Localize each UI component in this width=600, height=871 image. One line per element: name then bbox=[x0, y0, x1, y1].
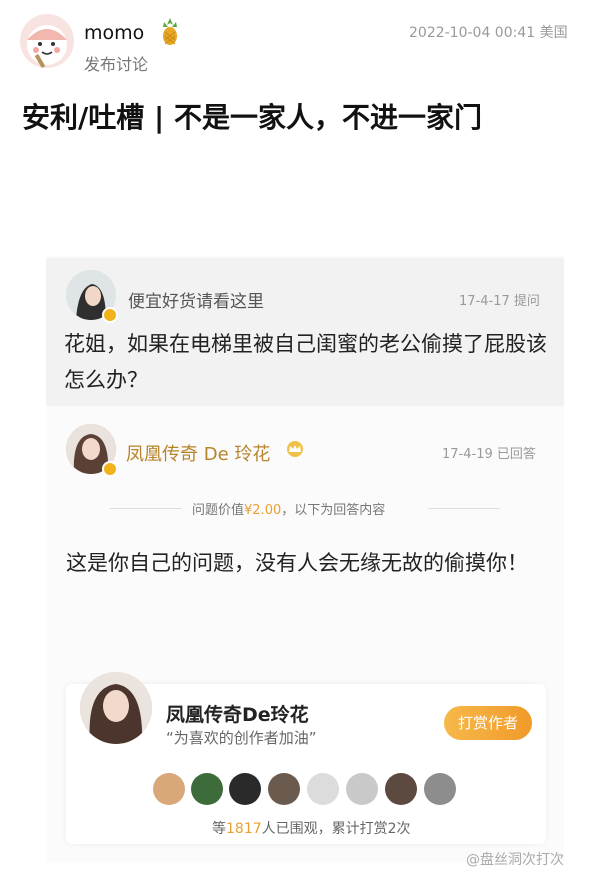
supporter-avatar bbox=[229, 773, 261, 805]
post-title: 安利/吐槽 | 不是一家人，不进一家门 bbox=[22, 101, 482, 134]
supporter-avatar bbox=[268, 773, 300, 805]
creator-name: 凤凰传奇De玲花 bbox=[166, 704, 309, 726]
watermark: @盘丝洞次打次 bbox=[466, 852, 564, 868]
price-prefix: 问题价值 bbox=[192, 503, 245, 518]
creator-quote: “为喜欢的创作者加油” bbox=[166, 729, 317, 747]
verified-badge-icon bbox=[102, 461, 118, 477]
supporter-avatar bbox=[153, 773, 185, 805]
answerer-name: 凤凰传奇 De 玲花 bbox=[126, 444, 271, 465]
answer-text: 这是你自己的问题，没有人会无缘无故的偷摸你！ bbox=[66, 551, 528, 575]
username[interactable]: momo bbox=[84, 22, 144, 44]
price-suffix: ，以下为回答内容 bbox=[281, 503, 386, 518]
supporter-avatar bbox=[191, 773, 223, 805]
divider-left bbox=[110, 508, 182, 509]
pineapple-icon bbox=[160, 18, 180, 50]
supporter-avatar bbox=[307, 773, 339, 805]
stats-prefix: 等 bbox=[212, 821, 226, 837]
question-price: 问题价值¥2.00，以下为回答内容 bbox=[192, 499, 385, 518]
user-avatar[interactable] bbox=[20, 14, 74, 68]
stats-count: 1817 bbox=[226, 821, 262, 837]
asker-name: 便宜好货请看这里 bbox=[128, 292, 264, 312]
crown-icon bbox=[285, 441, 305, 457]
divider-right bbox=[428, 508, 500, 509]
tip-stats: 等1817人已围观，累计打赏2次 bbox=[212, 818, 411, 838]
supporter-avatar bbox=[385, 773, 417, 805]
supporter-avatar bbox=[346, 773, 378, 805]
question-text: 花姐，如果在电梯里被自己闺蜜的老公偷摸了屁股该怎么办？ bbox=[64, 332, 547, 392]
answer-date: 17-4-19 已回答 bbox=[442, 447, 536, 462]
tip-creator-button: 打赏作者 bbox=[444, 706, 532, 740]
stats-suffix: 人已围观，累计打赏2次 bbox=[261, 821, 411, 837]
verified-badge-icon bbox=[102, 307, 118, 323]
post-timestamp: 2022-10-04 00:41 美国 bbox=[409, 25, 568, 41]
price-value: ¥2.00 bbox=[244, 503, 282, 518]
post-type-label: 发布讨论 bbox=[84, 55, 149, 74]
supporter-avatar bbox=[424, 773, 456, 805]
creator-avatar bbox=[80, 672, 152, 744]
question-date: 17-4-17 提问 bbox=[459, 294, 540, 309]
